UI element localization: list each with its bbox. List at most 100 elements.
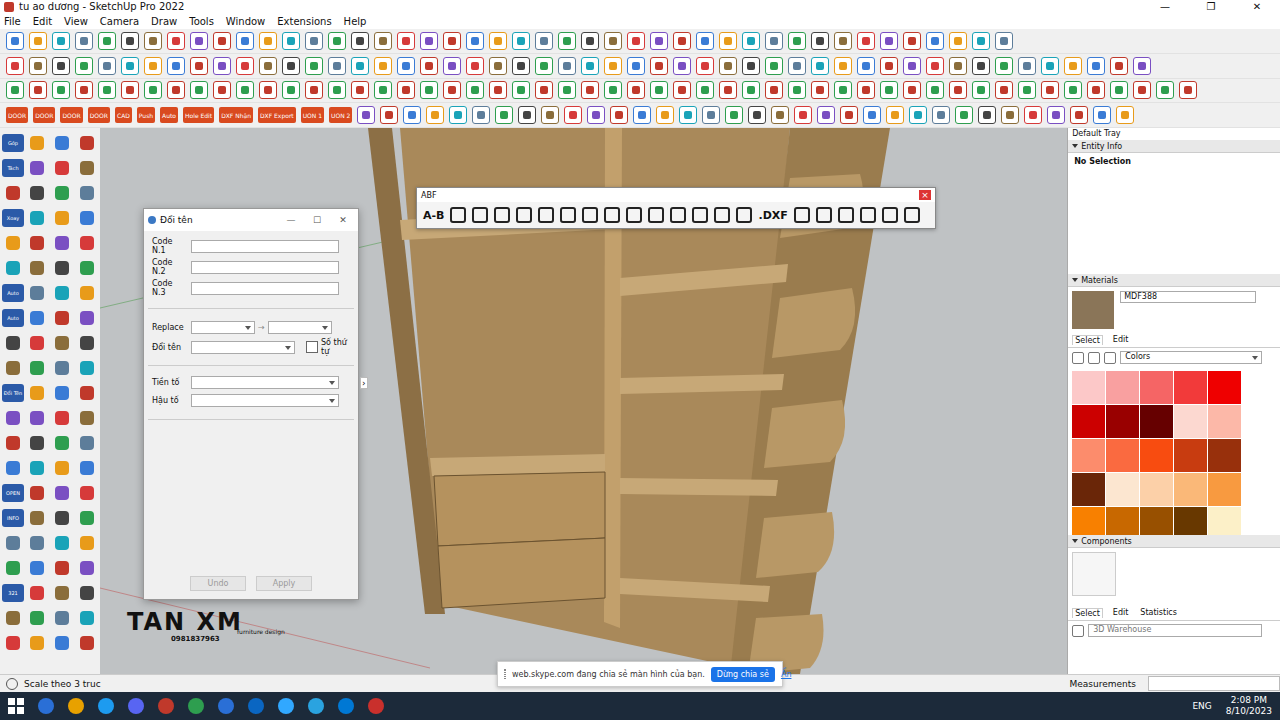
tool-icon[interactable] [857,57,875,75]
tool-icon[interactable] [328,81,346,99]
tool-icon[interactable] [51,132,73,154]
tool-icon[interactable] [811,57,829,75]
entity-info-header[interactable]: Entity Info [1068,140,1280,153]
tool-icon[interactable] [76,632,98,654]
tool-icon[interactable] [863,106,881,124]
tool-icon[interactable] [397,32,415,50]
abf-tool-icon[interactable] [692,207,708,223]
tool-icon[interactable] [6,81,24,99]
clock[interactable]: 2:08 PM8/10/2023 [1226,695,1272,717]
tool-icon[interactable] [426,106,444,124]
tool-icon[interactable] [236,32,254,50]
tool-icon[interactable] [76,232,98,254]
color-swatch[interactable] [1208,371,1241,404]
tool-icon[interactable] [76,207,98,229]
tool-icon[interactable] [840,106,858,124]
color-swatch[interactable] [1140,507,1173,535]
tool-icon[interactable] [466,57,484,75]
tool-icon[interactable] [535,32,553,50]
components-header[interactable]: Components [1068,535,1280,548]
left-tool[interactable]: Auto [2,307,24,329]
left-tool[interactable] [2,407,24,429]
tool-icon[interactable] [1116,106,1134,124]
menu-item[interactable]: Tools [189,16,214,27]
color-swatch[interactable] [1174,507,1207,535]
tool-icon[interactable] [305,81,323,99]
hide-button[interactable]: Ẩn [781,670,792,679]
tool-icon[interactable] [633,106,651,124]
tool-icon[interactable] [673,32,691,50]
abf-tool-icon[interactable] [670,207,686,223]
left-tool[interactable]: OPEN [2,482,24,504]
tool-icon[interactable] [374,57,392,75]
tool-icon[interactable] [29,81,47,99]
tool-icon[interactable] [1156,81,1174,99]
tool-icon[interactable] [76,332,98,354]
abf-tool-icon[interactable] [882,207,898,223]
components-tab[interactable]: Select [1072,608,1103,618]
tool-icon[interactable] [995,81,1013,99]
tool-icon[interactable] [76,432,98,454]
tool-icon[interactable] [955,106,973,124]
tool-icon[interactable] [903,32,921,50]
tool-icon[interactable] [742,57,760,75]
tool-icon[interactable] [696,57,714,75]
tool-icon[interactable] [1041,57,1059,75]
code-input[interactable] [191,261,339,274]
color-swatch[interactable] [1106,507,1139,535]
tool-icon[interactable] [449,106,467,124]
materials-tab[interactable]: Edit [1111,335,1131,345]
tool-icon[interactable] [673,81,691,99]
left-tool[interactable]: Xoay [2,207,24,229]
tool-icon[interactable] [76,582,98,604]
tool-icon[interactable] [788,57,806,75]
menu-item[interactable]: Edit [33,16,52,27]
tool-icon[interactable] [627,57,645,75]
abf-tool-icon[interactable] [736,207,752,223]
left-tool[interactable] [2,457,24,479]
tool-icon[interactable] [351,32,369,50]
tool-icon[interactable] [76,182,98,204]
measurements-input[interactable] [1148,676,1280,691]
tool-icon[interactable] [26,457,48,479]
tool-icon[interactable] [420,57,438,75]
tool-icon[interactable] [51,457,73,479]
color-swatch[interactable] [1174,405,1207,438]
tool-icon[interactable] [696,81,714,99]
color-swatch[interactable] [1140,439,1173,472]
stop-sharing-button[interactable]: Dừng chia sẻ [711,667,775,682]
taskbar-app-icon[interactable] [308,698,324,714]
tool-icon[interactable] [541,106,559,124]
tool-icon[interactable] [995,57,1013,75]
abf-tool-icon[interactable] [816,207,832,223]
prefix-select[interactable] [191,376,339,389]
tool-icon[interactable] [466,32,484,50]
model-viewport[interactable]: TAN XMfurniture design0981837963ABF×A-B.… [100,128,1067,674]
abf-tool-icon[interactable] [626,207,642,223]
tool-icon[interactable] [51,207,73,229]
materials-header[interactable]: Materials [1068,274,1280,287]
tool-icon[interactable] [949,81,967,99]
tool-icon[interactable] [26,357,48,379]
tool-icon[interactable] [26,532,48,554]
tool-icon[interactable] [489,57,507,75]
tool-icon[interactable] [76,532,98,554]
left-tool[interactable] [2,332,24,354]
tool-icon[interactable] [972,57,990,75]
tool-icon[interactable] [76,507,98,529]
tool-icon[interactable] [834,32,852,50]
tool-icon[interactable] [51,582,73,604]
tool-icon[interactable] [26,382,48,404]
tool-icon[interactable] [236,57,254,75]
tool-icon[interactable] [52,81,70,99]
color-swatch[interactable] [1072,405,1105,438]
code-input[interactable] [191,282,339,295]
tool-icon[interactable] [51,557,73,579]
tool-icon[interactable] [167,57,185,75]
left-tool[interactable] [2,532,24,554]
tool-icon[interactable] [489,81,507,99]
tool-icon[interactable] [351,81,369,99]
tool-icon[interactable] [443,81,461,99]
tool-icon[interactable] [282,32,300,50]
tool-icon[interactable] [26,332,48,354]
